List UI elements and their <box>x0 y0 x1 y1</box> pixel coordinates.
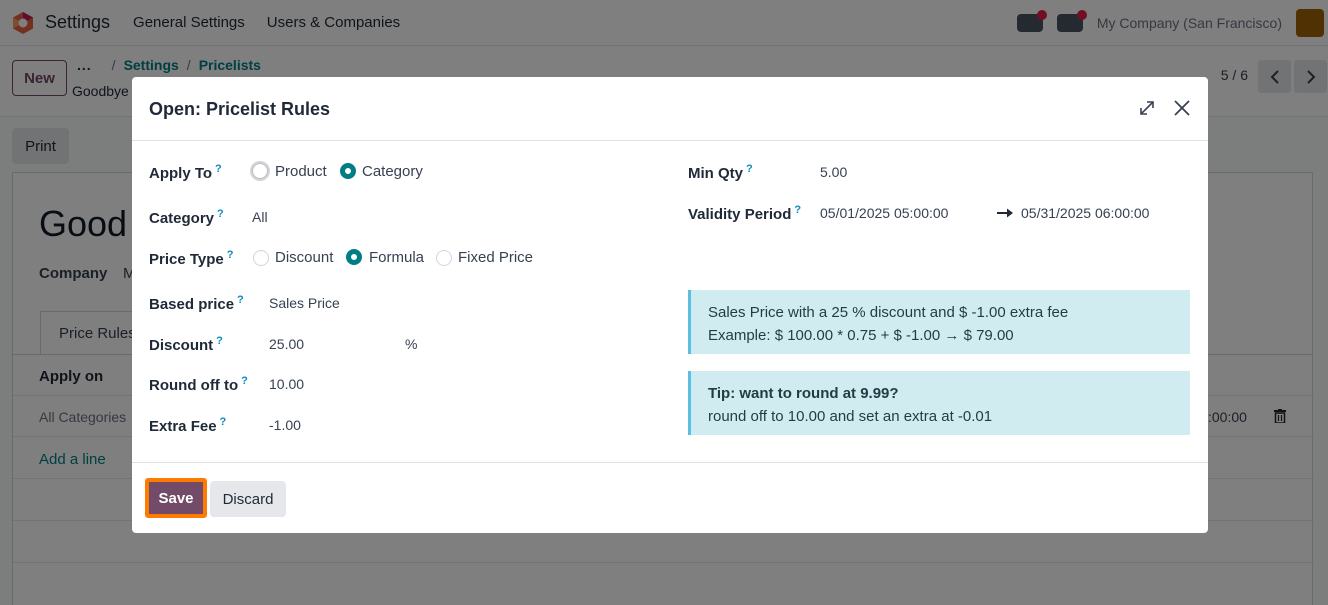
formula-example: Example: $ 100.00 * 0.75 + $ -1.00 → $ 7… <box>708 327 1014 344</box>
formula-description: Sales Price with a 25 % discount and $ -… <box>708 304 1069 321</box>
help-icon[interactable]: ? <box>217 208 224 220</box>
tip-title: Tip: want to round at 9.99? <box>708 385 899 402</box>
help-icon[interactable]: ? <box>227 249 234 261</box>
tip-text: round off to 10.00 and set an extra at -… <box>708 408 993 425</box>
help-icon[interactable]: ? <box>216 335 223 347</box>
dialog-footer: Save Discard <box>132 462 1208 533</box>
help-icon[interactable]: ? <box>794 204 801 216</box>
discount-label: Discount? <box>149 335 223 354</box>
expand-icon[interactable] <box>1138 99 1156 117</box>
dialog-title: Open: Pricelist Rules <box>149 99 331 119</box>
price-type-formula-label[interactable]: Formula <box>369 249 424 266</box>
discount-field[interactable]: 25.00 <box>269 336 304 352</box>
close-icon[interactable] <box>1172 98 1192 118</box>
based-price-label: Based price? <box>149 294 244 313</box>
category-field[interactable]: All <box>252 209 268 225</box>
price-type-fixed-label[interactable]: Fixed Price <box>458 249 533 266</box>
price-type-formula-radio[interactable] <box>346 249 362 265</box>
min-qty-field[interactable]: 5.00 <box>820 164 847 180</box>
min-qty-label: Min Qty? <box>688 163 753 182</box>
help-icon[interactable]: ? <box>220 416 227 428</box>
round-off-label: Round off to? <box>149 375 248 394</box>
rounding-tip-alert: Tip: want to round at 9.99? round off to… <box>688 371 1190 435</box>
formula-info-alert: Sales Price with a 25 % discount and $ -… <box>688 290 1190 354</box>
apply-to-label: Apply To? <box>149 163 222 182</box>
round-off-field[interactable]: 10.00 <box>269 376 304 392</box>
based-price-field[interactable]: Sales Price <box>269 295 340 311</box>
validity-period-label: Validity Period? <box>688 204 802 223</box>
apply-to-category-label[interactable]: Category <box>362 163 423 180</box>
apply-to-product-radio[interactable] <box>250 161 270 181</box>
price-type-discount-label[interactable]: Discount <box>275 249 333 266</box>
help-icon[interactable]: ? <box>746 163 753 175</box>
price-type-label: Price Type? <box>149 249 234 268</box>
help-icon[interactable]: ? <box>241 375 248 387</box>
price-type-discount-radio[interactable] <box>253 250 269 266</box>
validity-start-field[interactable]: 05/01/2025 05:00:00 <box>820 205 948 221</box>
dialog-header: Open: Pricelist Rules <box>132 77 1208 141</box>
help-icon[interactable]: ? <box>237 294 244 306</box>
extra-fee-label: Extra Fee? <box>149 416 227 435</box>
apply-to-category-radio[interactable] <box>340 163 356 179</box>
extra-fee-field[interactable]: -1.00 <box>269 417 301 433</box>
discard-button[interactable]: Discard <box>210 481 286 517</box>
pricelist-rule-dialog: Open: Pricelist Rules Apply To? Product … <box>132 77 1208 533</box>
save-button[interactable]: Save <box>145 478 207 518</box>
price-type-fixed-radio[interactable] <box>436 250 452 266</box>
discount-unit: % <box>405 336 418 352</box>
arrow-right-icon <box>997 208 1013 218</box>
category-label: Category? <box>149 208 224 227</box>
validity-end-field[interactable]: 05/31/2025 06:00:00 <box>1021 205 1149 221</box>
help-icon[interactable]: ? <box>215 163 222 175</box>
apply-to-product-label[interactable]: Product <box>275 163 327 180</box>
